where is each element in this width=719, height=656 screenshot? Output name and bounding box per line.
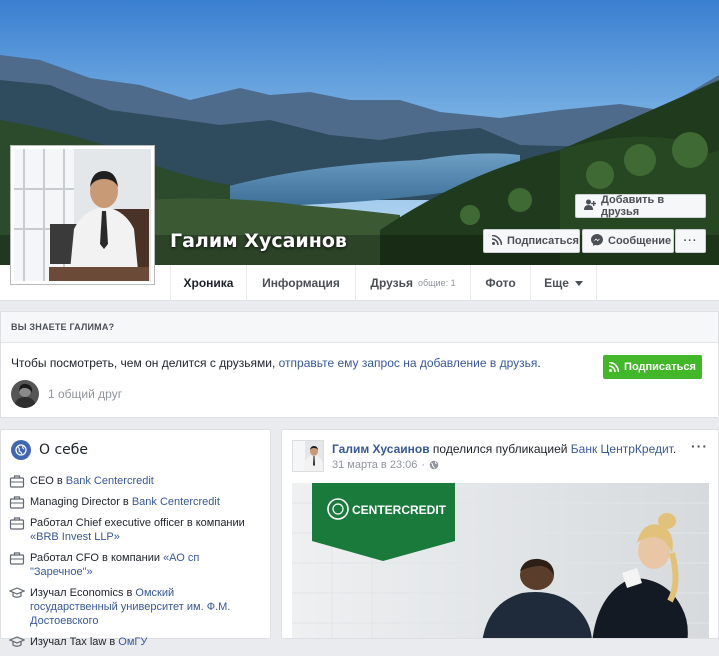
follow-label: Подписаться bbox=[507, 235, 579, 247]
more-options-button[interactable]: ··· bbox=[675, 229, 706, 253]
post-options-button[interactable]: ··· bbox=[691, 438, 708, 454]
about-item-prefix: CEO в bbox=[30, 475, 66, 487]
timeline-post: Галим Хусаинов поделился публикацией Бан… bbox=[281, 429, 719, 639]
about-item-prefix: Работал CFO в компании bbox=[30, 552, 164, 564]
do-you-know-box: ВЫ ЗНАЕТЕ ГАЛИМА? Чтобы посмотреть, чем … bbox=[0, 311, 719, 418]
tab-more[interactable]: Еще bbox=[530, 265, 597, 301]
tab-about-label: Информация bbox=[262, 276, 340, 290]
post-meta: 31 марта в 23:06 · bbox=[332, 459, 439, 471]
more-options-label: ··· bbox=[683, 235, 698, 247]
tab-photos[interactable]: Фото bbox=[470, 265, 530, 301]
list-item: Изучал Economics в Омский государственны… bbox=[8, 586, 264, 628]
send-friend-request-link[interactable]: отправьте ему запрос на добавление в дру… bbox=[279, 356, 538, 370]
list-item: Работал CFO в компании «АО сп "Заречное"… bbox=[9, 551, 264, 579]
tab-friends-label: Друзья bbox=[370, 276, 413, 290]
workplace-link[interactable]: Bank Centercredit bbox=[66, 475, 154, 487]
list-item: Работал Chief executive officer в компан… bbox=[9, 516, 264, 544]
tab-photos-label: Фото bbox=[485, 276, 516, 290]
workplace-link[interactable]: «BRB Invest LLP» bbox=[30, 531, 120, 543]
about-item-prefix: Работал Chief executive officer в компан… bbox=[30, 517, 245, 529]
subscribe-label: Подписаться bbox=[624, 361, 696, 373]
tab-timeline[interactable]: Хроника bbox=[170, 265, 246, 301]
about-list: CEO в Bank Centercredit Managing Directo… bbox=[8, 474, 264, 656]
shared-page-link[interactable]: Банк ЦентрКредит bbox=[571, 442, 673, 456]
centercredit-logo-text: CENTERCREDIT bbox=[352, 503, 447, 517]
follow-button[interactable]: Подписаться bbox=[483, 229, 580, 253]
globe-icon[interactable] bbox=[429, 460, 439, 470]
rss-icon bbox=[609, 362, 620, 372]
post-image[interactable]: CENTERCREDIT bbox=[292, 483, 709, 638]
post-action-text: поделился публикацией bbox=[429, 442, 571, 456]
mutual-friends-count: общие: 1 bbox=[417, 278, 456, 288]
message-button[interactable]: Сообщение bbox=[582, 229, 674, 253]
briefcase-icon bbox=[9, 551, 25, 565]
tab-about[interactable]: Информация bbox=[246, 265, 355, 301]
add-friend-label: Добавить в друзья bbox=[601, 194, 665, 218]
about-item-prefix: Изучал Tax law в bbox=[30, 636, 119, 648]
friend-request-prompt: Чтобы посмотреть, чем он делится с друзь… bbox=[11, 356, 541, 370]
tab-timeline-label: Хроника bbox=[183, 276, 234, 290]
chevron-down-icon bbox=[574, 280, 583, 286]
about-item-prefix: Изучал Economics в bbox=[30, 587, 136, 599]
add-friend-icon bbox=[584, 199, 597, 213]
school-link[interactable]: ОмГУ bbox=[118, 636, 147, 648]
message-label: Сообщение bbox=[608, 235, 672, 247]
about-title: О себе bbox=[39, 442, 89, 458]
about-header: О себе bbox=[11, 440, 88, 460]
globe-icon bbox=[11, 440, 31, 460]
profile-name[interactable]: Галим Хусаинов bbox=[170, 230, 347, 252]
mutual-friend[interactable]: 1 общий друг bbox=[11, 380, 122, 408]
prompt-suffix: . bbox=[537, 356, 541, 370]
profile-picture[interactable] bbox=[10, 145, 155, 285]
tab-friends[interactable]: Друзья общие: 1 bbox=[355, 265, 470, 301]
briefcase-icon bbox=[9, 516, 25, 530]
prompt-prefix: Чтобы посмотреть, чем он делится с друзь… bbox=[11, 356, 279, 370]
tab-more-label: Еще bbox=[544, 276, 569, 290]
post-date-link[interactable]: 31 марта в 23:06 bbox=[332, 459, 417, 471]
list-item: Managing Director в Bank Centercredit bbox=[9, 495, 264, 509]
list-item: CEO в Bank Centercredit bbox=[9, 474, 264, 488]
briefcase-icon bbox=[9, 474, 25, 488]
post-header: Галим Хусаинов поделился публикацией Бан… bbox=[332, 442, 676, 456]
graduation-cap-icon bbox=[8, 635, 26, 649]
graduation-cap-icon bbox=[8, 586, 26, 600]
subscribe-button[interactable]: Подписаться bbox=[603, 355, 702, 379]
mutual-friend-count[interactable]: 1 общий друг bbox=[48, 387, 122, 401]
rss-icon bbox=[491, 234, 503, 248]
mutual-friend-avatar[interactable] bbox=[11, 380, 39, 408]
workplace-link[interactable]: Bank Centercredit bbox=[132, 496, 220, 508]
about-card: О себе CEO в Bank Centercredit Managing … bbox=[0, 429, 271, 648]
post-action-end: . bbox=[672, 442, 677, 456]
add-friend-button[interactable]: Добавить в друзья bbox=[575, 194, 706, 218]
messenger-icon bbox=[591, 233, 603, 249]
briefcase-icon bbox=[9, 495, 25, 509]
post-author-avatar[interactable] bbox=[292, 440, 324, 472]
post-author-link[interactable]: Галим Хусаинов bbox=[332, 442, 430, 456]
list-item: Изучал Tax law в ОмГУ bbox=[8, 635, 264, 649]
do-you-know-heading: ВЫ ЗНАЕТЕ ГАЛИМА? bbox=[1, 312, 718, 343]
about-item-prefix: Managing Director в bbox=[30, 496, 132, 508]
